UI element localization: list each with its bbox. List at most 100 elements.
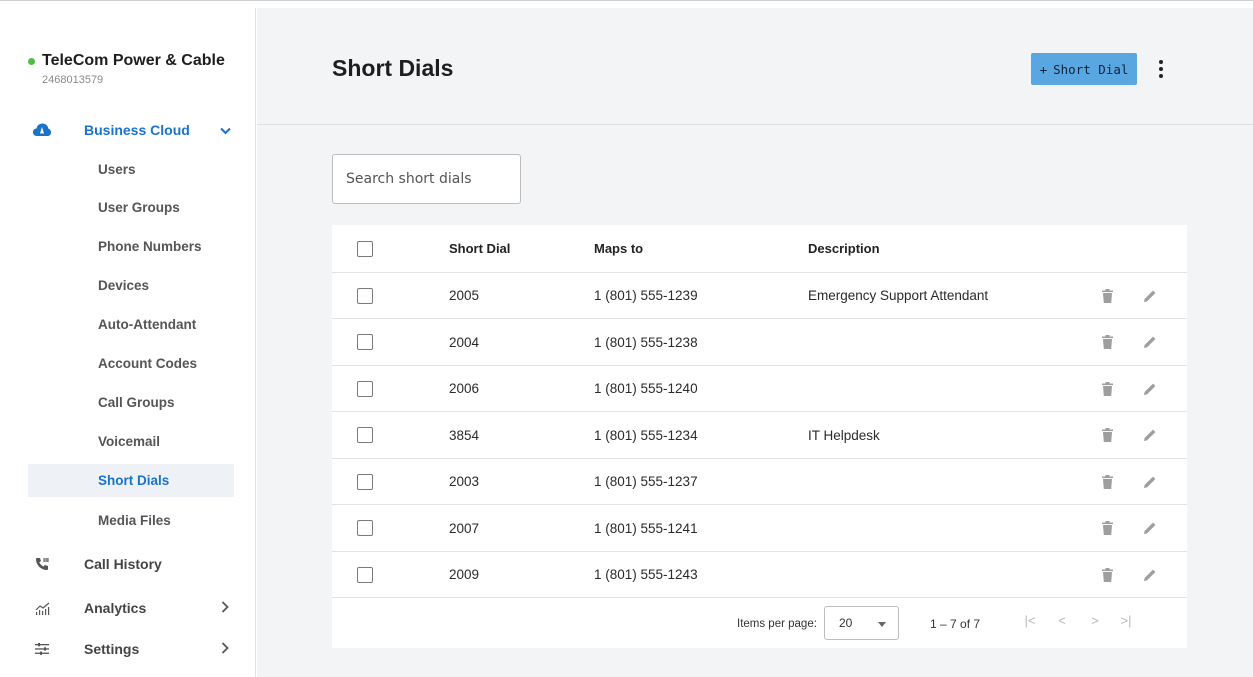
short-dials-table: Short Dial Maps to Description 2005 1 (80… bbox=[332, 225, 1187, 648]
edit-icon[interactable] bbox=[1140, 552, 1160, 597]
chevron-down-icon bbox=[216, 123, 234, 138]
cell-short-dial: 2003 bbox=[449, 474, 480, 489]
delete-icon[interactable] bbox=[1097, 459, 1117, 504]
column-header-short-dial[interactable]: Short Dial bbox=[449, 225, 510, 272]
table-row: 2006 1 (801) 555-1240 bbox=[332, 366, 1187, 412]
edit-icon[interactable] bbox=[1140, 320, 1160, 365]
cell-short-dial: 2004 bbox=[449, 334, 480, 350]
analytics-icon bbox=[28, 602, 56, 615]
column-header-description[interactable]: Description bbox=[808, 225, 880, 272]
delete-icon[interactable] bbox=[1097, 552, 1117, 597]
edit-icon[interactable] bbox=[1140, 273, 1160, 318]
main-content: Short Dials + Short Dial Short Dial Maps… bbox=[257, 8, 1253, 677]
first-page-icon[interactable]: |< bbox=[1020, 613, 1040, 628]
sidebar-item-media-files[interactable]: Media Files bbox=[28, 504, 234, 537]
delete-icon[interactable] bbox=[1097, 320, 1117, 365]
sidebar-item-user-groups[interactable]: User Groups bbox=[28, 191, 234, 224]
more-options-icon[interactable] bbox=[1153, 57, 1169, 81]
delete-icon[interactable] bbox=[1097, 506, 1117, 551]
edit-icon[interactable] bbox=[1140, 366, 1160, 411]
cell-description: IT Helpdesk bbox=[808, 427, 880, 443]
row-select-cell bbox=[357, 459, 373, 504]
next-page-icon[interactable]: > bbox=[1085, 613, 1105, 628]
column-header-maps-to[interactable]: Maps to bbox=[594, 225, 643, 272]
sidebar-item-call-groups[interactable]: Call Groups bbox=[28, 386, 234, 419]
cell-description: Emergency Support Attendant bbox=[808, 288, 989, 303]
cell-maps-to: 1 (801) 555-1241 bbox=[594, 520, 698, 536]
sidebar-item-users[interactable]: Users bbox=[28, 153, 234, 186]
items-per-page-select[interactable]: 20 bbox=[824, 606, 899, 640]
sidebar-item-voicemail[interactable]: Voicemail bbox=[28, 425, 234, 458]
cell-short-dial: 2006 bbox=[449, 381, 480, 396]
paginator: Items per page: 20 1 – 7 of 7 |< < > >| bbox=[332, 601, 1187, 648]
cloud-phone-icon bbox=[28, 123, 56, 137]
row-select-cell bbox=[357, 506, 373, 551]
sidebar-item-call-history[interactable]: Call History bbox=[28, 551, 234, 577]
sidebar-item-label: Call History bbox=[84, 556, 162, 572]
cell-maps-to: 1 (801) 555-1238 bbox=[594, 334, 698, 350]
cell-maps-to: 1 (801) 555-1234 bbox=[594, 427, 698, 443]
table-row: 3854 1 (801) 555-1234 IT Helpdesk bbox=[332, 413, 1187, 459]
items-per-page-label: Items per page: bbox=[737, 618, 817, 630]
search-field[interactable] bbox=[332, 154, 521, 204]
row-checkbox[interactable] bbox=[357, 287, 373, 304]
sidebar-item-short-dials[interactable]: Short Dials bbox=[28, 464, 234, 497]
sidebar: TeleCom Power & Cable 2468013579 Busines… bbox=[0, 8, 256, 677]
sidebar-group-business-cloud[interactable]: Business Cloud bbox=[28, 118, 234, 142]
delete-icon[interactable] bbox=[1097, 366, 1117, 411]
add-short-dial-button[interactable]: + Short Dial bbox=[1031, 53, 1137, 85]
select-all-checkbox[interactable] bbox=[357, 240, 373, 257]
row-select-cell bbox=[357, 273, 373, 318]
row-checkbox[interactable] bbox=[357, 520, 373, 536]
delete-icon[interactable] bbox=[1097, 413, 1117, 458]
row-checkbox[interactable] bbox=[357, 473, 373, 490]
sidebar-item-label: Analytics bbox=[84, 600, 147, 616]
previous-page-icon[interactable]: < bbox=[1052, 613, 1072, 628]
cell-maps-to: 1 (801) 555-1240 bbox=[594, 381, 698, 396]
row-checkbox[interactable] bbox=[357, 380, 373, 397]
cell-short-dial: 2009 bbox=[449, 567, 480, 582]
sidebar-item-analytics[interactable]: Analytics bbox=[28, 595, 234, 621]
row-select-cell bbox=[357, 366, 373, 411]
sidebar-item-devices[interactable]: Devices bbox=[28, 269, 234, 302]
org-name-text: TeleCom Power & Cable bbox=[42, 52, 225, 69]
page-title: Short Dials bbox=[332, 55, 454, 81]
cell-maps-to: 1 (801) 555-1239 bbox=[594, 288, 698, 303]
table-row: 2003 1 (801) 555-1237 bbox=[332, 459, 1187, 505]
edit-icon[interactable] bbox=[1140, 413, 1160, 458]
status-dot-icon bbox=[28, 57, 35, 65]
cell-maps-to: 1 (801) 555-1243 bbox=[594, 567, 698, 582]
cell-short-dial: 2005 bbox=[449, 288, 480, 303]
window-top-border bbox=[0, 0, 1253, 8]
sidebar-item-auto-attendant[interactable]: Auto-Attendant bbox=[28, 308, 234, 341]
edit-icon[interactable] bbox=[1140, 459, 1160, 504]
search-input[interactable] bbox=[346, 171, 516, 187]
chevron-right-icon bbox=[216, 600, 234, 616]
sidebar-item-phone-numbers[interactable]: Phone Numbers bbox=[28, 230, 234, 263]
page-header: Short Dials + Short Dial bbox=[257, 8, 1253, 125]
last-page-icon[interactable]: >| bbox=[1116, 613, 1136, 628]
table-row: 2005 1 (801) 555-1239 Emergency Support At… bbox=[332, 273, 1187, 319]
sidebar-group-label: Business Cloud bbox=[84, 122, 190, 138]
cell-short-dial: 3854 bbox=[449, 427, 480, 443]
cell-maps-to: 1 (801) 555-1237 bbox=[594, 474, 698, 489]
delete-icon[interactable] bbox=[1097, 273, 1117, 318]
add-short-dial-label: Short Dial bbox=[1053, 61, 1129, 77]
cell-short-dial: 2007 bbox=[449, 520, 480, 536]
org-header: TeleCom Power & Cable 2468013579 bbox=[28, 52, 225, 86]
edit-icon[interactable] bbox=[1140, 506, 1160, 551]
table-row: 2004 1 (801) 555-1238 bbox=[332, 320, 1187, 366]
sidebar-item-label: Settings bbox=[84, 641, 140, 657]
row-select-cell bbox=[357, 552, 373, 597]
row-select-cell bbox=[357, 320, 373, 365]
sidebar-item-account-codes[interactable]: Account Codes bbox=[28, 347, 234, 380]
dropdown-arrow-icon bbox=[878, 622, 886, 627]
row-checkbox[interactable] bbox=[357, 427, 373, 443]
table-row: 2009 1 (801) 555-1243 bbox=[332, 552, 1187, 598]
call-history-icon bbox=[28, 557, 56, 571]
sidebar-item-settings[interactable]: Settings bbox=[28, 636, 234, 662]
row-checkbox[interactable] bbox=[357, 334, 373, 350]
table-row: 2007 1 (801) 555-1241 bbox=[332, 506, 1187, 552]
table-header: Short Dial Maps to Description bbox=[332, 225, 1187, 273]
row-checkbox[interactable] bbox=[357, 566, 373, 583]
